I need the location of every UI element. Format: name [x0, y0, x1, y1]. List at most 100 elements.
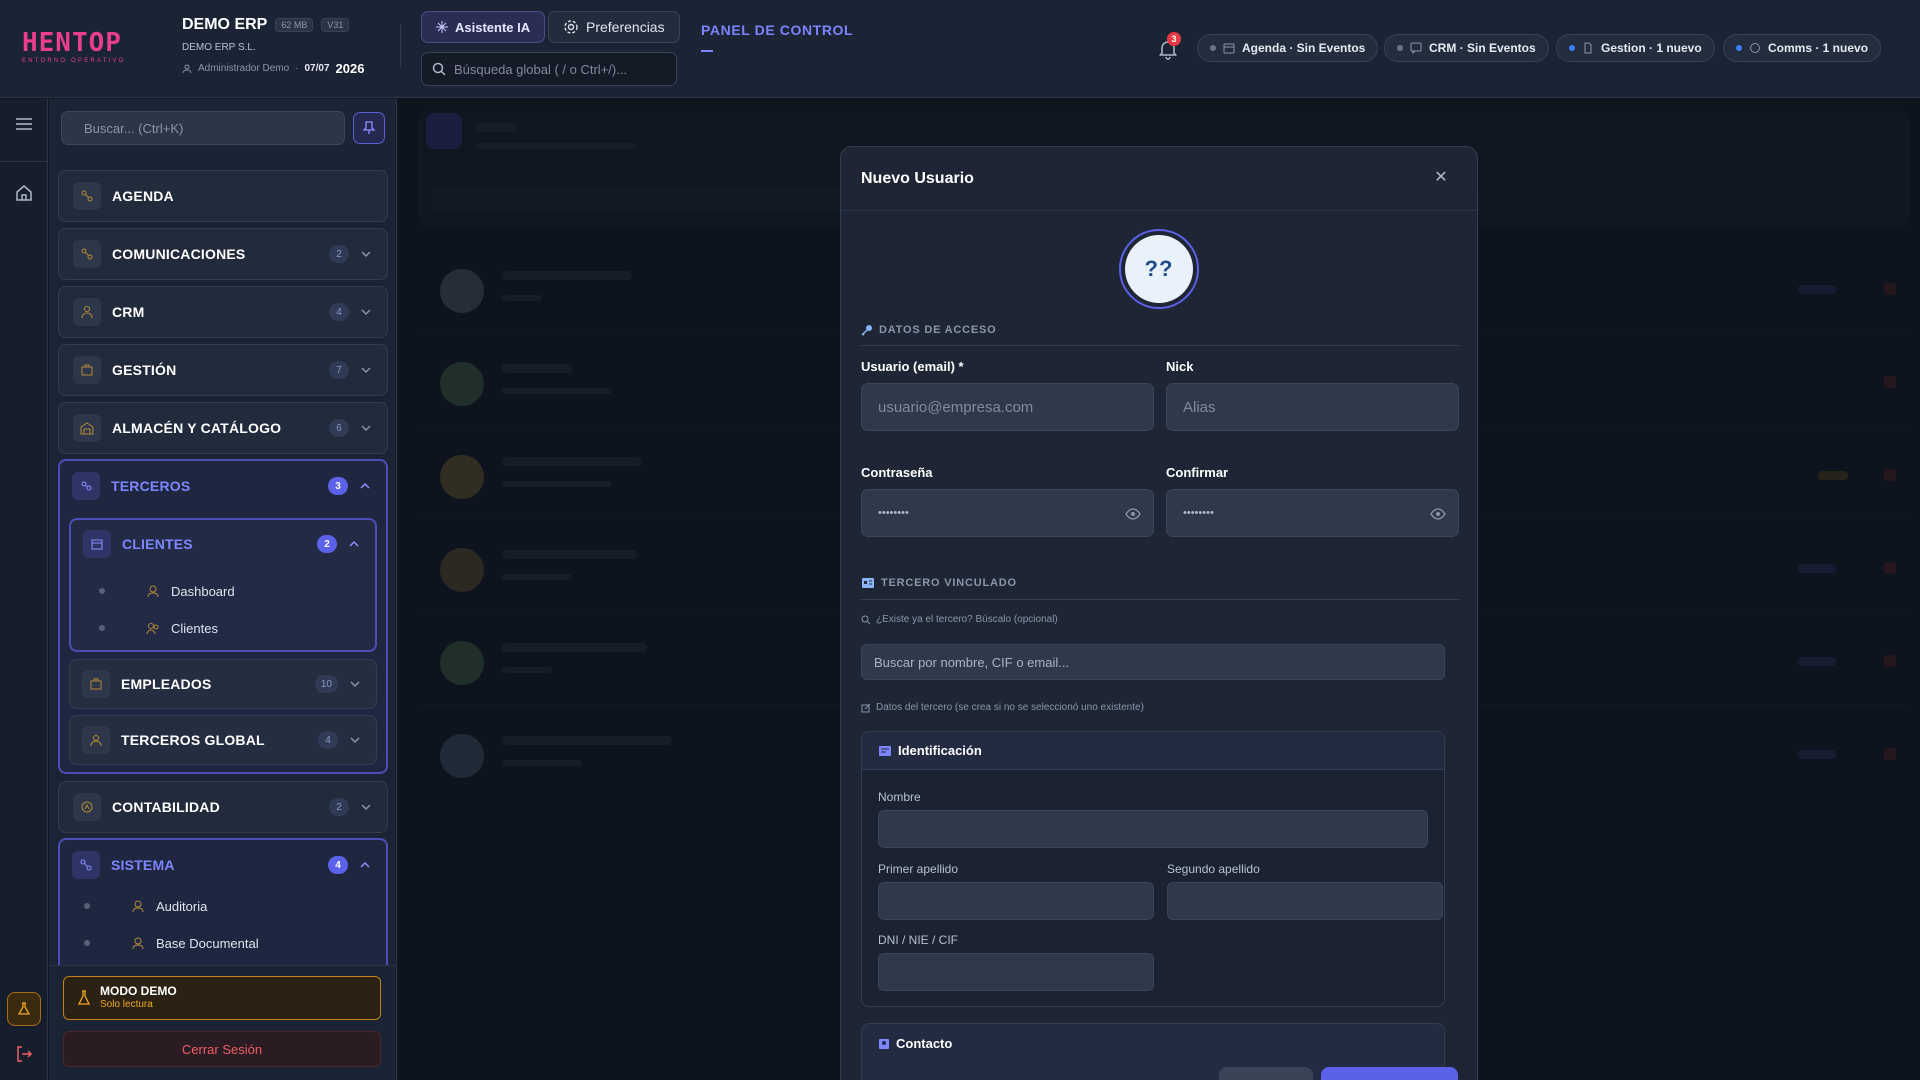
- sidebar-search-input[interactable]: Buscar... (Ctrl+K): [61, 111, 345, 145]
- chevron-down-icon: [350, 681, 360, 688]
- sidebar-item-terceros-global[interactable]: TERCEROS GLOBAL 4: [69, 715, 377, 765]
- crm-pill-label: CRM · Sin Eventos: [1429, 41, 1536, 55]
- sidebar-item-label: ALMACÉN Y CATÁLOGO: [112, 420, 282, 436]
- chevron-up-icon: [349, 540, 359, 547]
- comms-status-pill[interactable]: Comms · 1 nuevo: [1723, 34, 1882, 62]
- demo-mode-rail-button[interactable]: [7, 992, 41, 1026]
- sidebar-item-clientes[interactable]: CLIENTES 2: [71, 520, 375, 568]
- clients-icon: [146, 623, 159, 635]
- status-dot: [1210, 45, 1216, 51]
- panel-title-underline: [701, 50, 713, 52]
- email-field[interactable]: usuario@empresa.com: [861, 383, 1154, 431]
- chevron-down-icon: [361, 367, 371, 374]
- modal-title: Nuevo Usuario: [861, 170, 974, 187]
- chevron-down-icon: [361, 309, 371, 316]
- global-search-input[interactable]: Búsqueda global ( / o Ctrl+/)...: [421, 52, 677, 86]
- empleados-icon: [82, 670, 110, 698]
- home-icon[interactable]: [13, 182, 35, 204]
- third-search-input[interactable]: Buscar por nombre, CIF o email...: [861, 644, 1445, 680]
- preferences-button[interactable]: Preferencias: [548, 11, 680, 43]
- apellido1-field[interactable]: [878, 882, 1154, 920]
- sidebar-leaf-label: Clientes: [171, 620, 218, 636]
- sidebar-item-gestion[interactable]: GESTIÓN 7: [58, 344, 388, 396]
- sidebar-item-contabilidad[interactable]: CONTABILIDAD 2: [58, 781, 388, 833]
- count-badge: 4: [318, 731, 338, 749]
- save-button[interactable]: [1321, 1067, 1458, 1080]
- confirm-password-field[interactable]: ••••••••: [1166, 489, 1459, 537]
- close-icon[interactable]: ✕: [1433, 169, 1449, 186]
- sidebar-item-agenda[interactable]: AGENDA: [58, 170, 388, 222]
- sidebar-leaf-base-documental[interactable]: Base Documental: [84, 935, 259, 951]
- agenda-status-pill[interactable]: Agenda · Sin Eventos: [1197, 34, 1379, 62]
- sidebar-group-sistema: SISTEMA 4 Auditoria Base Documental: [58, 838, 388, 965]
- sidebar-item-label: CLIENTES: [122, 536, 193, 552]
- demo-mode-banner: MODO DEMO Solo lectura: [63, 976, 381, 1020]
- gestion-status-pill[interactable]: Gestion · 1 nuevo: [1556, 34, 1715, 62]
- chevron-up-icon: [360, 861, 370, 868]
- edit-icon: [861, 703, 871, 712]
- dni-field[interactable]: [878, 953, 1154, 991]
- app-logo[interactable]: HENTOP ENTORNO OPERATIVO: [22, 30, 142, 64]
- sidebar-item-label: COMUNICACIONES: [112, 246, 246, 262]
- sidebar-item-empleados[interactable]: EMPLEADOS 10: [69, 659, 377, 709]
- contact-icon: [879, 1038, 889, 1049]
- identification-title: Identificación: [898, 743, 982, 758]
- nombre-field[interactable]: [878, 810, 1428, 848]
- count-badge: 4: [328, 856, 348, 874]
- status-dot: [1397, 45, 1403, 51]
- sidebar-item-comunicaciones[interactable]: COMUNICACIONES 2: [58, 228, 388, 280]
- sidebar-item-terceros[interactable]: TERCEROS 3: [60, 461, 386, 511]
- nick-label: Nick: [1166, 359, 1194, 374]
- size-tag: 62 MB: [275, 18, 314, 32]
- ai-assistant-label: Asistente IA: [455, 19, 531, 35]
- nick-field[interactable]: Alias: [1166, 383, 1459, 431]
- sidebar-item-label: AGENDA: [112, 188, 174, 204]
- section-divider: [861, 345, 1459, 346]
- sidebar-group-terceros: TERCEROS 3 CLIENTES 2 Dashboard Clientes: [58, 459, 388, 774]
- bullet: [99, 625, 105, 631]
- user-row: Administrador Demo · 07/07 2026: [182, 61, 364, 76]
- logout-button[interactable]: Cerrar Sesión: [63, 1031, 381, 1067]
- sidebar-item-almacen[interactable]: ALMACÉN Y CATÁLOGO 6: [58, 402, 388, 454]
- cancel-button[interactable]: [1219, 1067, 1313, 1080]
- warehouse-icon: [73, 414, 101, 442]
- contact-header: Contacto: [878, 1036, 952, 1051]
- user-avatar[interactable]: ??: [1119, 229, 1199, 309]
- apellido1-label: Primer apellido: [878, 862, 959, 876]
- eye-icon[interactable]: [1430, 506, 1446, 522]
- pin-sidebar-button[interactable]: [353, 112, 385, 144]
- sidebar-item-sistema[interactable]: SISTEMA 4: [60, 840, 386, 890]
- sidebar-item-crm[interactable]: CRM 4: [58, 286, 388, 338]
- password-field[interactable]: ••••••••: [861, 489, 1154, 537]
- apellido2-field[interactable]: [1167, 882, 1443, 920]
- ai-assistant-button[interactable]: Asistente IA: [421, 11, 546, 43]
- sidebar-leaf-dashboard[interactable]: Dashboard: [99, 583, 235, 599]
- chevron-down-icon: [361, 251, 371, 258]
- sidebar-leaf-auditoria[interactable]: Auditoria: [84, 898, 207, 914]
- status-dot-active: [1736, 45, 1742, 51]
- sidebar-leaf-clientes[interactable]: Clientes: [99, 620, 218, 636]
- bullet: [84, 940, 90, 946]
- hamburger-menu-icon[interactable]: [13, 113, 35, 135]
- nombre-label: Nombre: [878, 790, 921, 804]
- avatar-initials: ??: [1125, 235, 1193, 303]
- document-icon: [1584, 42, 1592, 54]
- comunicaciones-icon: [73, 240, 101, 268]
- sidebar-leaf-label: Base Documental: [156, 935, 259, 951]
- gear-icon: [564, 20, 578, 34]
- sistema-icon: [72, 851, 100, 879]
- pin-icon: [362, 121, 376, 134]
- password-value: ••••••••: [878, 507, 909, 519]
- panel-title[interactable]: PANEL DE CONTROL: [701, 22, 853, 38]
- terceros-global-icon: [82, 726, 110, 754]
- sidebar-item-label: CONTABILIDAD: [112, 799, 220, 815]
- new-user-modal: Nuevo Usuario ✕ ?? DATOS DE ACCESO Usuar…: [840, 146, 1478, 1080]
- sidebar-item-label: SISTEMA: [111, 857, 175, 873]
- agenda-pill-label: Agenda · Sin Eventos: [1242, 41, 1366, 55]
- header-divider: [400, 24, 401, 68]
- user-icon: [182, 64, 192, 73]
- logout-icon[interactable]: [13, 1043, 35, 1065]
- crm-status-pill[interactable]: CRM · Sin Eventos: [1384, 34, 1549, 62]
- modal-header: Nuevo Usuario ✕: [841, 147, 1477, 211]
- eye-icon[interactable]: [1125, 506, 1141, 522]
